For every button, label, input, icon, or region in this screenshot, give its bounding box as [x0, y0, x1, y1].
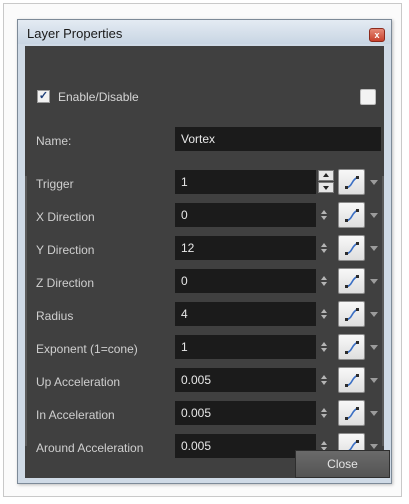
function-curve-icon: [345, 176, 359, 189]
parameter-row: Z Direction 0: [25, 266, 384, 299]
parameter-row: X Direction 0: [25, 200, 384, 233]
chevron-down-icon[interactable]: [370, 312, 378, 317]
enable-checkbox[interactable]: ✓: [37, 90, 50, 103]
parameter-label: In Acceleration: [36, 408, 115, 422]
function-button[interactable]: [338, 202, 365, 228]
parameter-value-field[interactable]: 0.005: [175, 401, 316, 425]
parameter-value-field[interactable]: 4: [175, 302, 316, 326]
chevron-down-icon[interactable]: [370, 180, 378, 185]
arrow-up-icon: [323, 173, 329, 177]
spin-down-button[interactable]: [318, 182, 334, 193]
spinner-arrows-icon[interactable]: [320, 208, 327, 222]
parameter-value-field[interactable]: 0: [175, 269, 316, 293]
close-button[interactable]: Close: [295, 450, 390, 478]
chevron-down-icon[interactable]: [370, 246, 378, 251]
parameter-row: Radius 4: [25, 299, 384, 332]
function-curve-icon: [345, 275, 359, 288]
parameter-value-field[interactable]: 12: [175, 236, 316, 260]
spinner-arrows-icon[interactable]: [320, 241, 327, 255]
parameter-value-field[interactable]: 0: [175, 203, 316, 227]
dialog-body: ✓ Enable/Disable Name: Vortex Trigger 1 X …: [25, 46, 390, 478]
name-label: Name:: [36, 134, 72, 148]
function-button[interactable]: [338, 334, 365, 360]
spinner-arrows-icon[interactable]: [320, 406, 327, 420]
function-button[interactable]: [338, 367, 365, 393]
parameter-row: Exponent (1=cone) 1: [25, 332, 384, 365]
function-curve-icon: [345, 341, 359, 354]
spin-up-button[interactable]: [318, 170, 334, 181]
spinner-arrows-icon[interactable]: [320, 307, 327, 321]
function-button[interactable]: [338, 301, 365, 327]
chevron-down-icon[interactable]: [370, 411, 378, 416]
function-curve-icon: [345, 407, 359, 420]
function-curve-icon: [345, 242, 359, 255]
title-bar[interactable]: Layer Properties x: [18, 20, 391, 44]
parameter-label: Exponent (1=cone): [36, 342, 138, 356]
parameter-label: X Direction: [36, 210, 95, 224]
parameter-label: Radius: [36, 309, 74, 323]
function-button[interactable]: [338, 235, 365, 261]
parameter-label: Y Direction: [36, 243, 95, 257]
window-title: Layer Properties: [27, 26, 123, 41]
parameter-label: Up Acceleration: [36, 375, 121, 389]
parameter-value-field[interactable]: 1: [175, 170, 316, 194]
parameter-row: Up Acceleration 0.005: [25, 365, 384, 398]
parameter-row: Trigger 1: [25, 167, 384, 200]
window-close-button[interactable]: x: [369, 28, 385, 42]
spinner-buttons[interactable]: [318, 170, 334, 194]
function-button[interactable]: [338, 268, 365, 294]
spinner-arrows-icon[interactable]: [320, 340, 327, 354]
parameter-label: Trigger: [36, 177, 74, 191]
spinner-arrows-icon[interactable]: [320, 373, 327, 387]
chevron-down-icon[interactable]: [370, 444, 378, 449]
layer-color-swatch[interactable]: [360, 89, 376, 105]
function-curve-icon: [345, 209, 359, 222]
layer-properties-window: Layer Properties x ✓ Enable/Disable Name…: [17, 19, 392, 484]
parameter-label: Z Direction: [36, 276, 95, 290]
parameter-row: Y Direction 12: [25, 233, 384, 266]
enable-label: Enable/Disable: [58, 90, 139, 104]
function-curve-icon: [345, 374, 359, 387]
name-field[interactable]: Vortex: [175, 127, 381, 151]
function-button[interactable]: [338, 400, 365, 426]
chevron-down-icon[interactable]: [370, 345, 378, 350]
chevron-down-icon[interactable]: [370, 378, 378, 383]
chevron-down-icon[interactable]: [370, 279, 378, 284]
parameter-value-field[interactable]: 1: [175, 335, 316, 359]
spinner-arrows-icon[interactable]: [320, 274, 327, 288]
checkmark-icon: ✓: [38, 90, 49, 102]
function-curve-icon: [345, 308, 359, 321]
close-icon: x: [374, 29, 380, 40]
parameter-label: Around Acceleration: [36, 441, 144, 455]
function-button[interactable]: [338, 169, 365, 195]
arrow-down-icon: [323, 186, 329, 190]
parameter-row: In Acceleration 0.005: [25, 398, 384, 431]
parameter-value-field[interactable]: 0.005: [175, 368, 316, 392]
chevron-down-icon[interactable]: [370, 213, 378, 218]
